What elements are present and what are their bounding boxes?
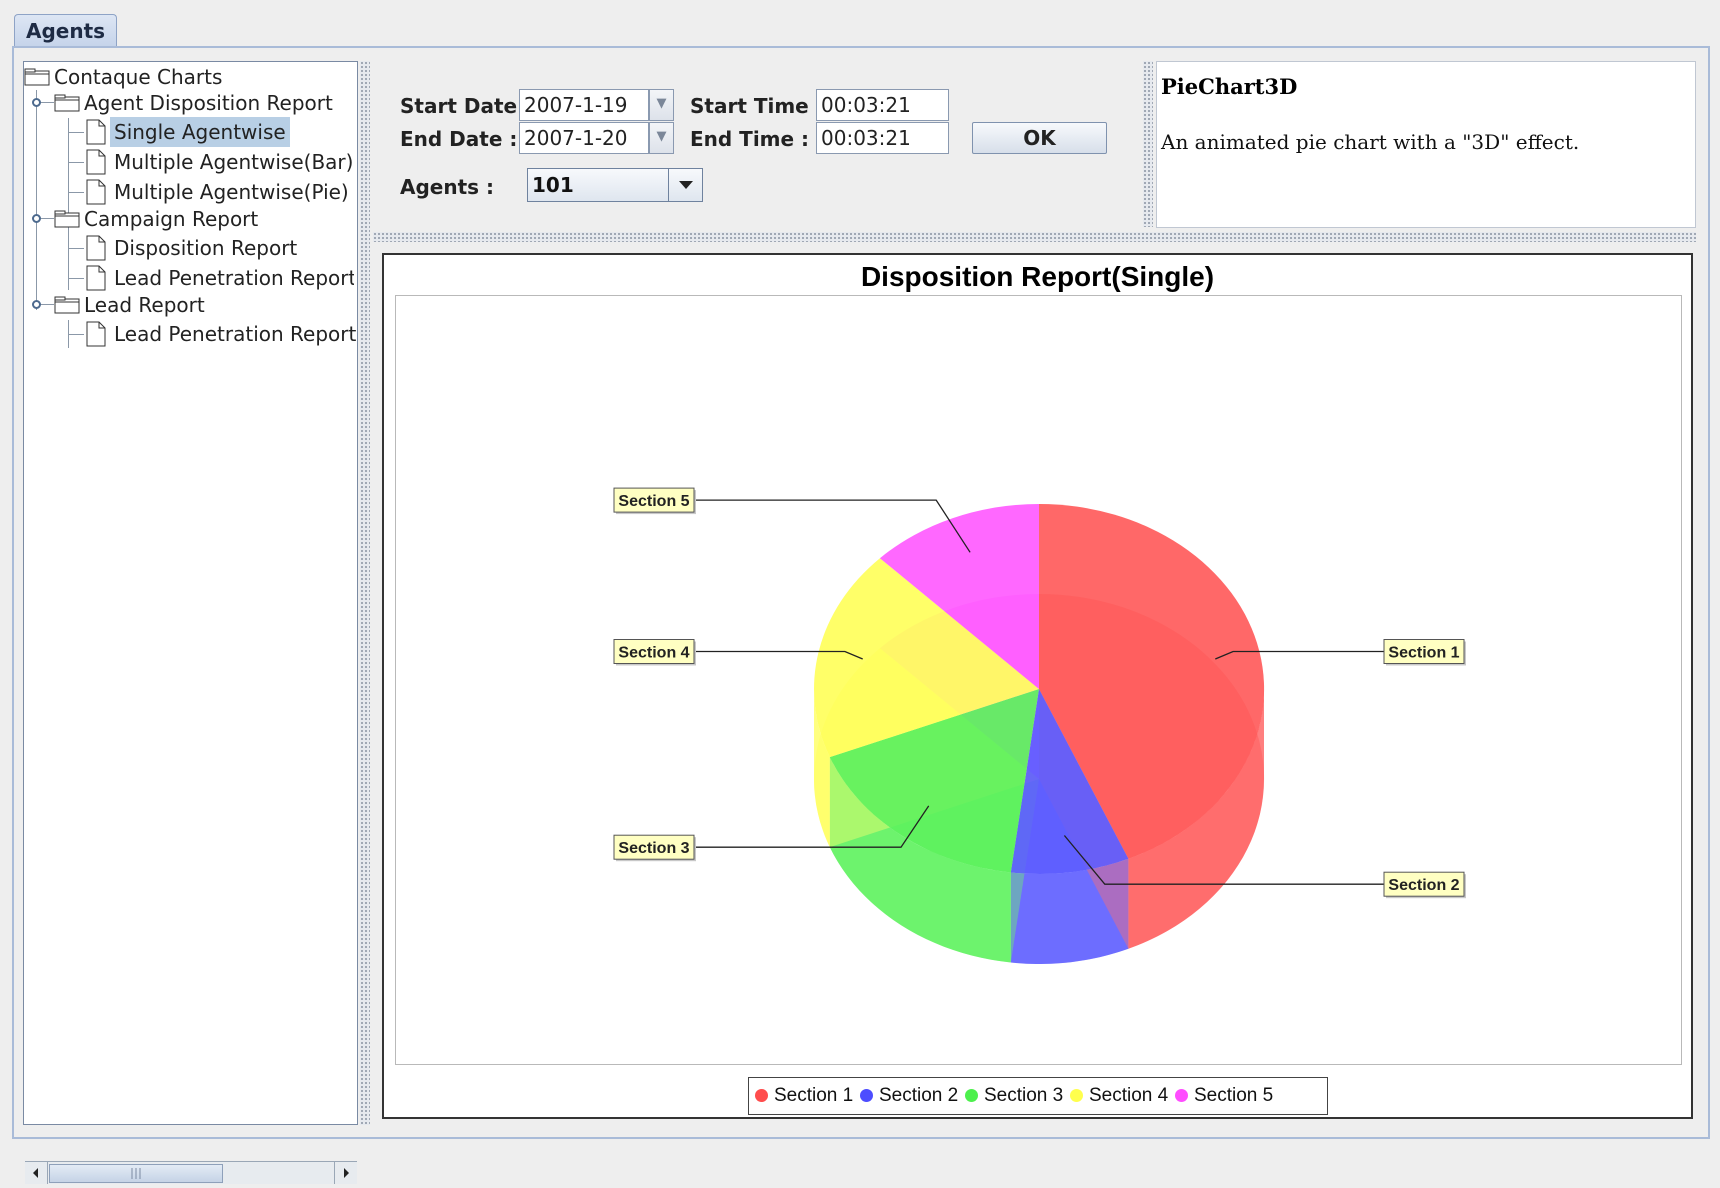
- arrow-right-icon: [344, 1168, 349, 1178]
- agents-selected-value: 101: [532, 173, 574, 197]
- document-icon: [86, 235, 106, 261]
- start-date-field[interactable]: 2007-1-19: [519, 89, 649, 121]
- chevron-down-icon: ▼: [656, 129, 667, 144]
- start-time-label: Start Time :: [690, 94, 824, 118]
- tree-item-label: Disposition Report: [114, 236, 298, 260]
- description-text: An animated pie chart with a "3D" effect…: [1161, 130, 1580, 154]
- report-tree: Contaque Charts Agent Disposition Report…: [23, 61, 358, 1184]
- tree-item-single-agentwise[interactable]: Single Agentwise: [24, 117, 354, 147]
- start-time-field[interactable]: 00:03:21: [816, 89, 949, 121]
- legend-dot-icon: [860, 1089, 873, 1102]
- end-date-field[interactable]: 2007-1-20: [519, 122, 649, 154]
- chart-legend: Section 1 Section 2 Section 3 Section 4 Sect…: [748, 1077, 1328, 1115]
- tree-group-campaign-report[interactable]: Campaign Report: [24, 204, 354, 234]
- plot-area: Section 1 Section 2 Section 3 Section 4 Sect…: [395, 295, 1682, 1065]
- document-icon: [86, 179, 106, 205]
- tree-item-multiple-agentwise-bar[interactable]: Multiple Agentwise(Bar): [24, 147, 354, 177]
- pie-label-2: Section 2: [1388, 877, 1459, 894]
- tab-agents[interactable]: Agents: [14, 14, 117, 46]
- end-date-label: End Date :: [400, 127, 518, 151]
- description-title: PieChart3D: [1161, 74, 1298, 99]
- filter-form: Start Date : 2007-1-19 ▼ End Date : 2007…: [373, 61, 1141, 228]
- chart-panel: Disposition Report(Single) Section 1 Sect…: [382, 253, 1693, 1119]
- end-date-dropdown-button[interactable]: ▼: [649, 122, 674, 154]
- tree-item-label: Lead Penetration Report: [114, 322, 357, 346]
- pie-label-3: Section 3: [618, 840, 689, 857]
- pie-label-4: Section 4: [618, 645, 689, 662]
- pie-label-5: Section 5: [618, 493, 689, 510]
- scroll-right-button[interactable]: [334, 1162, 357, 1184]
- form-split-divider[interactable]: [1143, 61, 1153, 227]
- tree-item-label: Lead Penetration Report(: [114, 266, 354, 290]
- pie-chart: Section 1 Section 2 Section 3 Section 4 Sect…: [613, 487, 1466, 964]
- chevron-down-icon: ▼: [656, 96, 667, 111]
- agents-label: Agents :: [400, 175, 495, 199]
- document-icon: [86, 321, 106, 347]
- vertical-split-divider[interactable]: [360, 61, 370, 1125]
- tree-group-label: Agent Disposition Report: [84, 91, 333, 115]
- grip-icon: [131, 1168, 141, 1179]
- agents-combo[interactable]: 101: [527, 168, 703, 202]
- end-time-label: End Time :: [690, 127, 810, 151]
- document-icon: [86, 265, 106, 291]
- tree-item-label: Multiple Agentwise(Bar): [114, 150, 354, 174]
- end-time-field[interactable]: 00:03:21: [816, 122, 949, 154]
- tree-item-lead-penetration-campaign[interactable]: Lead Penetration Report(: [24, 263, 354, 293]
- legend-item-4: Section 4: [1070, 1078, 1168, 1114]
- legend-item-1: Section 1: [755, 1078, 853, 1114]
- legend-item-2: Section 2: [860, 1078, 958, 1114]
- scroll-thumb[interactable]: [49, 1164, 223, 1183]
- folder-icon: [54, 94, 80, 112]
- folder-icon: [54, 210, 80, 228]
- document-icon: [86, 149, 106, 175]
- legend-label: Section 1: [774, 1085, 854, 1106]
- ok-button[interactable]: OK: [972, 122, 1107, 154]
- description-panel: PieChart3D An animated pie chart with a …: [1156, 61, 1696, 228]
- legend-dot-icon: [1070, 1089, 1083, 1102]
- horizontal-scrollbar[interactable]: [25, 1161, 357, 1184]
- legend-label: Section 5: [1194, 1085, 1274, 1106]
- folder-icon: [54, 296, 80, 314]
- start-date-label: Start Date :: [400, 94, 533, 118]
- legend-dot-icon: [965, 1089, 978, 1102]
- legend-item-3: Section 3: [965, 1078, 1063, 1114]
- pie-label-1: Section 1: [1388, 645, 1459, 662]
- tree-item-disposition-report[interactable]: Disposition Report: [24, 233, 354, 263]
- tree-group-lead-report[interactable]: Lead Report: [24, 290, 354, 320]
- chart-title: Disposition Report(Single): [860, 261, 1215, 292]
- legend-item-5: Section 5: [1175, 1078, 1273, 1114]
- tree-group-label: Lead Report: [84, 293, 205, 317]
- legend-label: Section 2: [879, 1085, 959, 1106]
- tree-group-label: Campaign Report: [84, 207, 259, 231]
- folder-icon: [24, 68, 50, 86]
- arrow-left-icon: [33, 1168, 38, 1178]
- document-icon: [86, 119, 106, 145]
- horizontal-split-divider[interactable]: [373, 232, 1696, 242]
- tree-item-label: Multiple Agentwise(Pie): [114, 180, 349, 204]
- legend-dot-icon: [1175, 1089, 1188, 1102]
- tree-item-multiple-agentwise-pie[interactable]: Multiple Agentwise(Pie): [24, 177, 354, 207]
- scroll-left-button[interactable]: [25, 1162, 48, 1184]
- agents-dropdown-button[interactable]: [668, 169, 703, 201]
- legend-label: Section 3: [984, 1085, 1064, 1106]
- start-date-dropdown-button[interactable]: ▼: [649, 89, 674, 121]
- legend-dot-icon: [755, 1089, 768, 1102]
- legend-label: Section 4: [1089, 1085, 1169, 1106]
- chevron-down-icon: [679, 181, 693, 189]
- tree-group-agent-disposition[interactable]: Agent Disposition Report: [24, 88, 354, 118]
- tree-item-label: Single Agentwise: [110, 117, 290, 147]
- tree-item-lead-penetration-report[interactable]: Lead Penetration Report: [24, 319, 357, 349]
